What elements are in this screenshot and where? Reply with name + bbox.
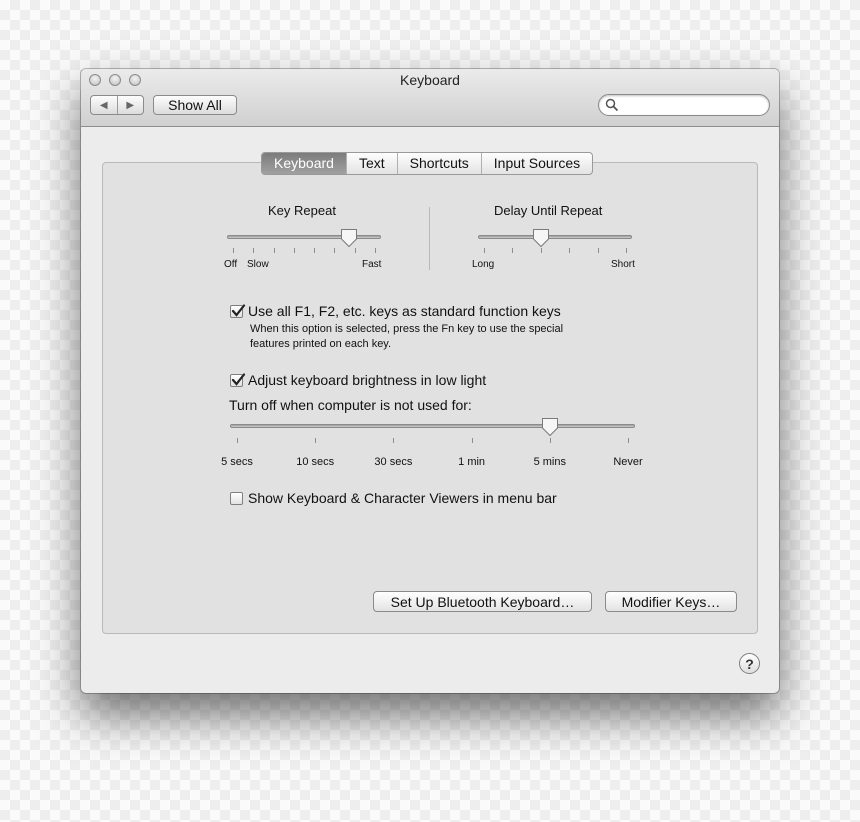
tab-text[interactable]: Text <box>345 153 397 174</box>
tab-bar: Keyboard Text Shortcuts Input Sources <box>261 152 594 175</box>
key-repeat-thumb[interactable] <box>340 228 358 248</box>
show-all-button[interactable]: Show All <box>153 95 237 115</box>
brightness-label[interactable]: Adjust keyboard brightness in low light <box>248 372 486 388</box>
key-repeat-tick <box>233 248 234 253</box>
fn-keys-description-line2: features printed on each key. <box>250 338 392 350</box>
viewers-checkbox[interactable] <box>230 492 243 505</box>
key-repeat-title: Key Repeat <box>268 203 336 218</box>
key-repeat-tick <box>375 248 376 253</box>
title-bar: Keyboard ◀ ▶ Show All <box>81 69 779 127</box>
delay-until-repeat-tick <box>569 248 571 253</box>
forward-arrow-icon: ▶ <box>126 99 135 111</box>
back-arrow-icon: ◀ <box>99 99 108 111</box>
turn-off-tick <box>471 438 473 443</box>
brightness-checkbox[interactable] <box>230 373 246 387</box>
turn-off-track <box>230 424 635 428</box>
window-title: Keyboard <box>400 72 460 88</box>
fn-keys-description-line1: When this option is selected, press the … <box>250 323 564 335</box>
checkmark-icon <box>231 304 246 317</box>
back-forward-control: ◀ ▶ <box>90 95 144 115</box>
tab-keyboard[interactable]: Keyboard <box>262 153 346 174</box>
turn-off-tick-label: 30 secs <box>374 456 413 468</box>
turn-off-tick-label: 10 secs <box>296 456 335 468</box>
back-button[interactable]: ◀ <box>91 96 117 114</box>
key-repeat-off-label: Off <box>224 259 238 270</box>
turn-off-tick-label: 1 min <box>458 456 486 468</box>
delay-short-label: Short <box>611 259 635 270</box>
key-repeat-tick <box>314 248 316 253</box>
delay-until-repeat-tick <box>512 248 514 253</box>
key-repeat-fast-label: Fast <box>362 259 382 270</box>
turn-off-tick <box>393 438 395 443</box>
tab-input-sources[interactable]: Input Sources <box>480 153 592 174</box>
delay-until-repeat-thumb[interactable] <box>532 228 550 248</box>
turn-off-label: Turn off when computer is not used for: <box>229 397 472 413</box>
key-repeat-tick <box>253 248 255 253</box>
help-button[interactable]: ? <box>739 653 760 674</box>
delay-until-repeat-tick <box>597 248 599 253</box>
delay-long-label: Long <box>472 259 495 270</box>
fn-keys-label[interactable]: Use all F1, F2, etc. keys as standard fu… <box>248 303 561 319</box>
modifier-keys-button[interactable]: Modifier Keys… <box>605 591 737 612</box>
fn-keys-checkbox[interactable] <box>230 304 246 318</box>
bluetooth-keyboard-button[interactable]: Set Up Bluetooth Keyboard… <box>373 591 592 612</box>
turn-off-tick-label: 5 secs <box>221 456 253 468</box>
key-repeat-tick <box>334 248 336 253</box>
checkmark-icon <box>231 373 246 386</box>
delay-until-repeat-title: Delay Until Repeat <box>494 203 603 218</box>
turn-off-tick <box>549 438 551 443</box>
key-repeat-tick <box>273 248 275 253</box>
turn-off-tick <box>628 438 629 443</box>
delay-until-repeat-track <box>478 235 632 239</box>
turn-off-tick <box>237 438 238 443</box>
search-field[interactable] <box>598 94 770 116</box>
tab-shortcuts[interactable]: Shortcuts <box>396 153 481 174</box>
key-repeat-slow-label: Slow <box>247 259 269 270</box>
delay-until-repeat-tick <box>484 248 485 253</box>
section-divider <box>429 207 430 270</box>
turn-off-tick-label: Never <box>613 456 643 468</box>
turn-off-tick <box>315 438 317 443</box>
delay-until-repeat-tick <box>540 248 542 253</box>
turn-off-thumb[interactable] <box>541 417 559 437</box>
viewers-label[interactable]: Show Keyboard & Character Viewers in men… <box>248 490 557 506</box>
forward-button[interactable]: ▶ <box>116 96 144 114</box>
key-repeat-tick <box>354 248 356 253</box>
delay-until-repeat-tick <box>626 248 627 253</box>
search-icon <box>605 98 619 112</box>
key-repeat-tick <box>293 248 295 253</box>
search-input[interactable] <box>621 97 765 115</box>
turn-off-tick-label: 5 mins <box>533 456 566 468</box>
